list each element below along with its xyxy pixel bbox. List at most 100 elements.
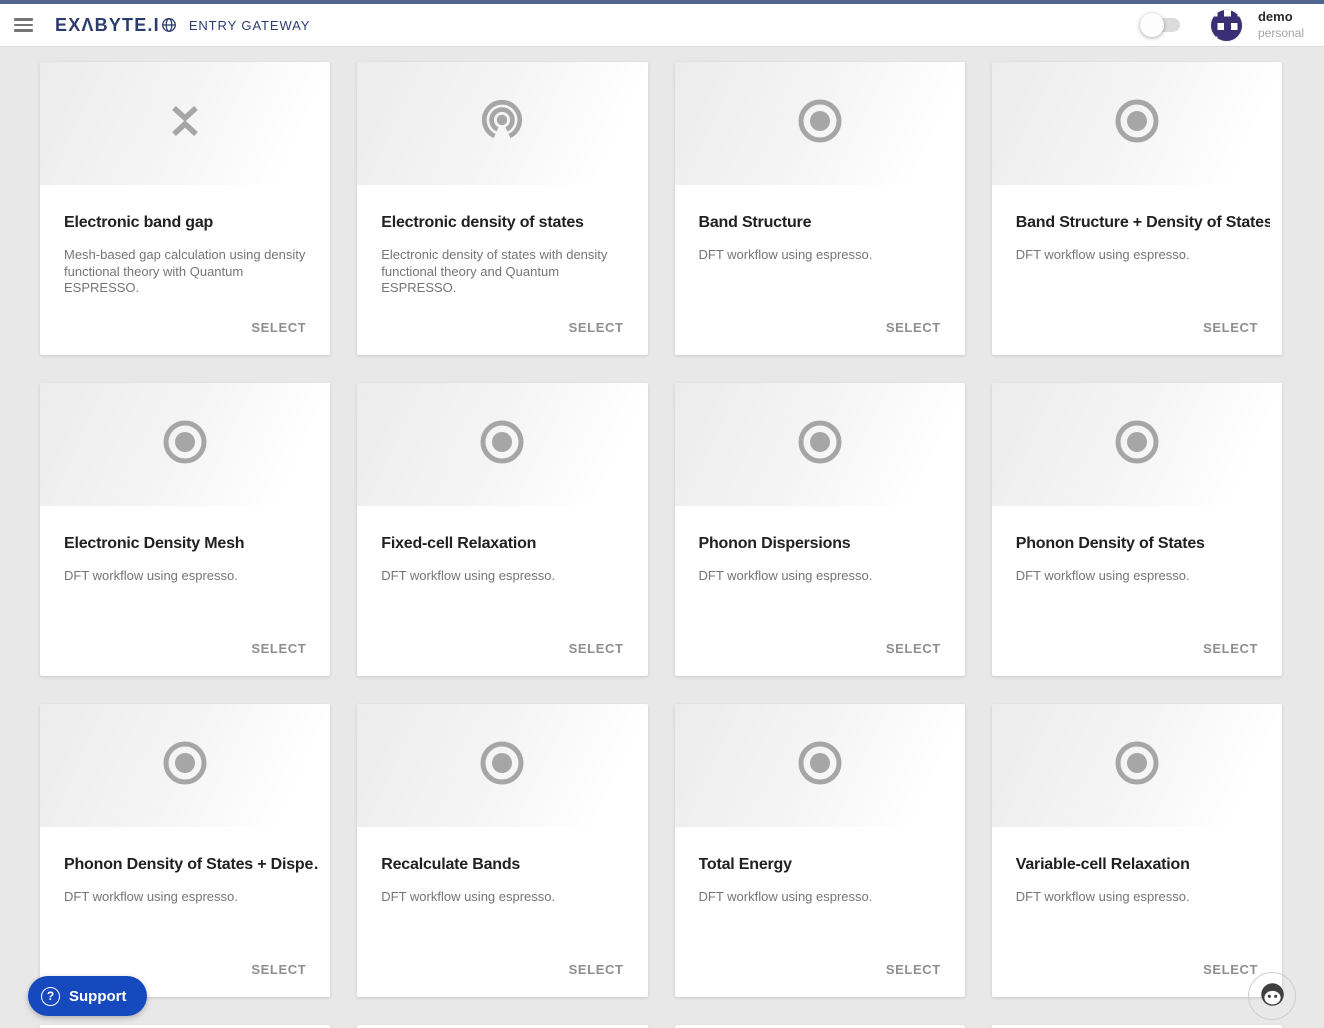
card-title: Electronic band gap xyxy=(64,214,214,231)
card-description: DFT workflow using espresso. xyxy=(698,889,873,904)
card-header xyxy=(357,383,648,506)
card-body: Variable-cell Relaxation DFT workflow us… xyxy=(992,827,1282,906)
workflow-card[interactable]: Total Energy DFT workflow using espresso… xyxy=(674,704,965,997)
radio-button-checked-icon xyxy=(161,418,209,471)
card-title: Electronic density of states xyxy=(381,214,584,231)
card-header xyxy=(357,704,648,827)
card-description: DFT workflow using espresso. xyxy=(1015,247,1190,262)
workflow-card[interactable]: Band Structure DFT workflow using espres… xyxy=(674,62,965,355)
user-name: demo xyxy=(1257,9,1293,25)
menu-icon[interactable] xyxy=(14,18,33,32)
card-title: Phonon Dispersions xyxy=(698,535,851,552)
card-description: Electronic density of states with densit… xyxy=(381,247,608,295)
card-title: Electronic Density Mesh xyxy=(64,535,245,552)
card-description: DFT workflow using espresso. xyxy=(64,568,238,583)
card-header xyxy=(357,62,648,185)
avatar[interactable] xyxy=(1209,8,1243,42)
question-mark-icon: ? xyxy=(41,986,60,1006)
workflow-card[interactable]: Electronic density of states Electronic … xyxy=(357,62,648,355)
select-button[interactable]: SELECT xyxy=(886,641,941,656)
card-description: Mesh-based gap calculation using density… xyxy=(64,247,306,295)
header-toggle[interactable] xyxy=(1139,13,1180,37)
toggle-knob xyxy=(1139,13,1164,37)
workflow-card[interactable]: Fixed-cell Relaxation DFT workflow using… xyxy=(357,383,648,676)
card-header xyxy=(40,62,331,185)
radio-button-checked-icon xyxy=(478,739,526,792)
select-button[interactable]: SELECT xyxy=(1203,641,1258,656)
support-button[interactable]: ? Support xyxy=(28,976,147,1016)
card-header xyxy=(40,383,331,506)
logo[interactable]: EXΛBYTE.I xyxy=(55,15,177,36)
support-label: Support xyxy=(69,987,127,1005)
card-body: Electronic band gap Mesh-based gap calcu… xyxy=(40,185,330,297)
radio-button-checked-icon xyxy=(161,739,209,792)
card-header xyxy=(674,62,965,185)
card-description: DFT workflow using espresso. xyxy=(381,568,556,583)
select-button[interactable]: SELECT xyxy=(569,320,624,335)
face-icon xyxy=(1259,981,1286,1011)
card-description: DFT workflow using espresso. xyxy=(64,889,238,904)
feedback-button[interactable] xyxy=(1248,972,1296,1020)
card-description: DFT workflow using espresso. xyxy=(1015,568,1190,583)
card-body: Phonon Density of States + Dispe… DFT wo… xyxy=(40,827,330,906)
card-title: Fixed-cell Relaxation xyxy=(381,535,537,552)
card-header xyxy=(991,383,1282,506)
card-body: Phonon Density of States DFT workflow us… xyxy=(992,506,1282,585)
card-title: Band Structure xyxy=(698,214,812,231)
card-header xyxy=(991,62,1282,185)
radio-button-checked-icon xyxy=(1113,418,1161,471)
card-body: Total Energy DFT workflow using espresso… xyxy=(675,827,965,906)
card-header xyxy=(674,704,965,827)
card-header xyxy=(991,704,1282,827)
workflow-card[interactable]: Electronic Density Mesh DFT workflow usi… xyxy=(40,383,331,676)
unfold-less-icon xyxy=(161,97,209,150)
radio-button-checked-icon xyxy=(796,739,844,792)
card-body: Recalculate Bands DFT workflow using esp… xyxy=(357,827,647,906)
card-description: DFT workflow using espresso. xyxy=(698,247,873,262)
page-title: ENTRY GATEWAY xyxy=(188,17,311,33)
select-button[interactable]: SELECT xyxy=(886,320,941,335)
card-body: Band Structure DFT workflow using espres… xyxy=(675,185,965,264)
logo-text: EXΛBYTE.I xyxy=(55,14,160,35)
card-title: Phonon Density of States + Dispe… xyxy=(64,856,319,873)
select-button[interactable]: SELECT xyxy=(251,320,306,335)
card-body: Band Structure + Density of States DFT w… xyxy=(992,185,1282,264)
user-account-type: personal xyxy=(1257,25,1304,40)
workflow-card[interactable]: Electronic band gap Mesh-based gap calcu… xyxy=(40,62,331,355)
app-bar: EXΛBYTE.I ENTRY GATEWAY demo personal xyxy=(0,0,1324,47)
card-body: Electronic density of states Electronic … xyxy=(357,185,647,297)
card-header xyxy=(674,383,965,506)
card-description: DFT workflow using espresso. xyxy=(698,568,873,583)
workflow-card[interactable]: Variable-cell Relaxation DFT workflow us… xyxy=(991,704,1282,997)
card-title: Total Energy xyxy=(698,856,793,873)
workflow-card[interactable]: Phonon Density of States + Dispe… DFT wo… xyxy=(40,704,331,997)
radio-button-checked-icon xyxy=(1113,97,1161,150)
select-button[interactable]: SELECT xyxy=(569,962,624,977)
select-button[interactable]: SELECT xyxy=(569,641,624,656)
card-title: Recalculate Bands xyxy=(381,856,521,873)
card-title: Band Structure + Density of States xyxy=(1015,214,1270,231)
card-title: Variable-cell Relaxation xyxy=(1015,856,1190,873)
radio-button-checked-icon xyxy=(796,418,844,471)
card-title: Phonon Density of States xyxy=(1015,535,1205,552)
select-button[interactable]: SELECT xyxy=(1203,320,1258,335)
card-body: Fixed-cell Relaxation DFT workflow using… xyxy=(357,506,647,585)
workflow-card[interactable]: Recalculate Bands DFT workflow using esp… xyxy=(357,704,648,997)
wifi-tethering-icon xyxy=(477,96,527,151)
workflow-card[interactable]: Band Structure + Density of States DFT w… xyxy=(991,62,1282,355)
user-block[interactable]: demo personal xyxy=(1258,9,1304,40)
radio-button-checked-icon xyxy=(796,97,844,150)
radio-button-checked-icon xyxy=(1113,739,1161,792)
card-body: Phonon Dispersions DFT workflow using es… xyxy=(675,506,965,585)
select-button[interactable]: SELECT xyxy=(251,641,306,656)
workflow-card[interactable]: Phonon Density of States DFT workflow us… xyxy=(991,383,1282,676)
select-button[interactable]: SELECT xyxy=(1203,962,1258,977)
radio-button-checked-icon xyxy=(478,418,526,471)
workflow-card[interactable]: Phonon Dispersions DFT workflow using es… xyxy=(674,383,965,676)
card-header xyxy=(40,704,331,827)
card-description: DFT workflow using espresso. xyxy=(381,889,556,904)
select-button[interactable]: SELECT xyxy=(886,962,941,977)
select-button[interactable]: SELECT xyxy=(251,962,306,977)
workflow-grid: Electronic band gap Mesh-based gap calcu… xyxy=(0,47,1324,1028)
card-body: Electronic Density Mesh DFT workflow usi… xyxy=(40,506,330,585)
